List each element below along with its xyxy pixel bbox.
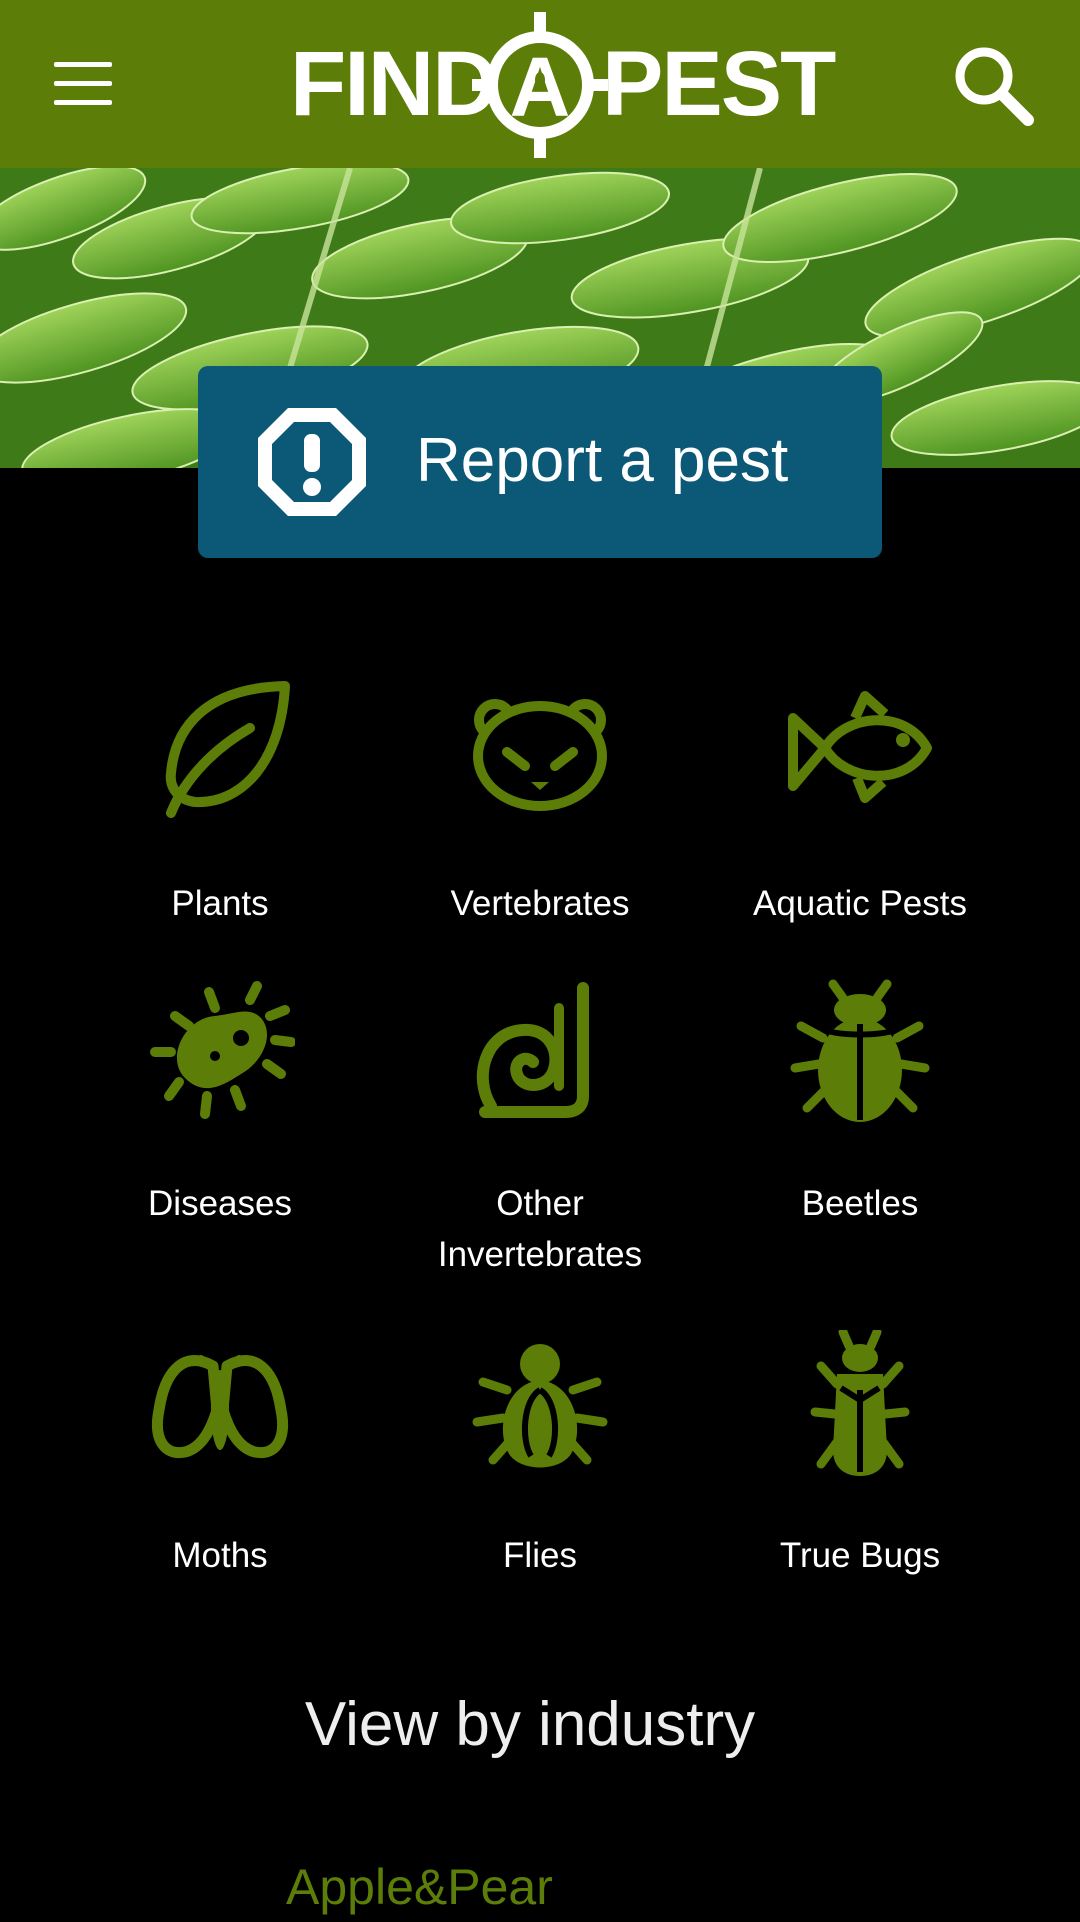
search-icon[interactable] [952, 44, 1036, 128]
category-diseases[interactable]: Diseases [60, 978, 380, 1238]
category-label: Vertebrates [450, 884, 630, 923]
category-other-invertebrates[interactable]: Other Invertebrates [380, 978, 700, 1274]
report-a-pest-button[interactable]: Report a pest [198, 366, 882, 558]
moth-icon [152, 1355, 288, 1459]
category-label: Flies [503, 1536, 577, 1575]
category-label: Diseases [148, 1184, 292, 1223]
logo-text-pest: PEST [602, 33, 836, 135]
report-a-pest-label: Report a pest [416, 426, 789, 495]
snail-icon [476, 982, 589, 1118]
bacterium-icon [150, 981, 295, 1119]
app-header: FIND A PEST [0, 0, 1080, 168]
category-true-bugs[interactable]: True Bugs [700, 1330, 1020, 1590]
alert-octagon-icon [258, 408, 366, 516]
leaf-icon [165, 681, 290, 818]
true-bug-icon [810, 1330, 910, 1476]
beetle-icon [790, 979, 930, 1122]
category-label: Moths [172, 1536, 268, 1575]
category-flies[interactable]: Flies [380, 1330, 700, 1590]
fly-icon [472, 1344, 608, 1468]
category-plants[interactable]: Plants [60, 678, 380, 938]
category-beetles[interactable]: Beetles [700, 978, 1020, 1238]
category-vertebrates[interactable]: Vertebrates [380, 678, 700, 938]
animal-face-icon [473, 699, 607, 811]
view-by-industry-heading: View by industry [304, 1690, 756, 1759]
category-label: Aquatic Pests [753, 884, 967, 923]
category-moths[interactable]: Moths [60, 1330, 380, 1590]
industry-item-apple-pear[interactable]: Apple&Pear [286, 1852, 553, 1922]
fish-icon [788, 691, 932, 803]
category-label: True Bugs [779, 1536, 941, 1575]
find-a-pest-logo[interactable]: FIND A PEST [290, 12, 836, 158]
category-label: Other Invertebrates [437, 1184, 643, 1274]
category-label: Beetles [801, 1184, 919, 1223]
category-label: Plants [171, 884, 269, 923]
hamburger-menu-icon[interactable] [54, 62, 112, 106]
category-aquatic-pests[interactable]: Aquatic Pests [700, 678, 1020, 938]
